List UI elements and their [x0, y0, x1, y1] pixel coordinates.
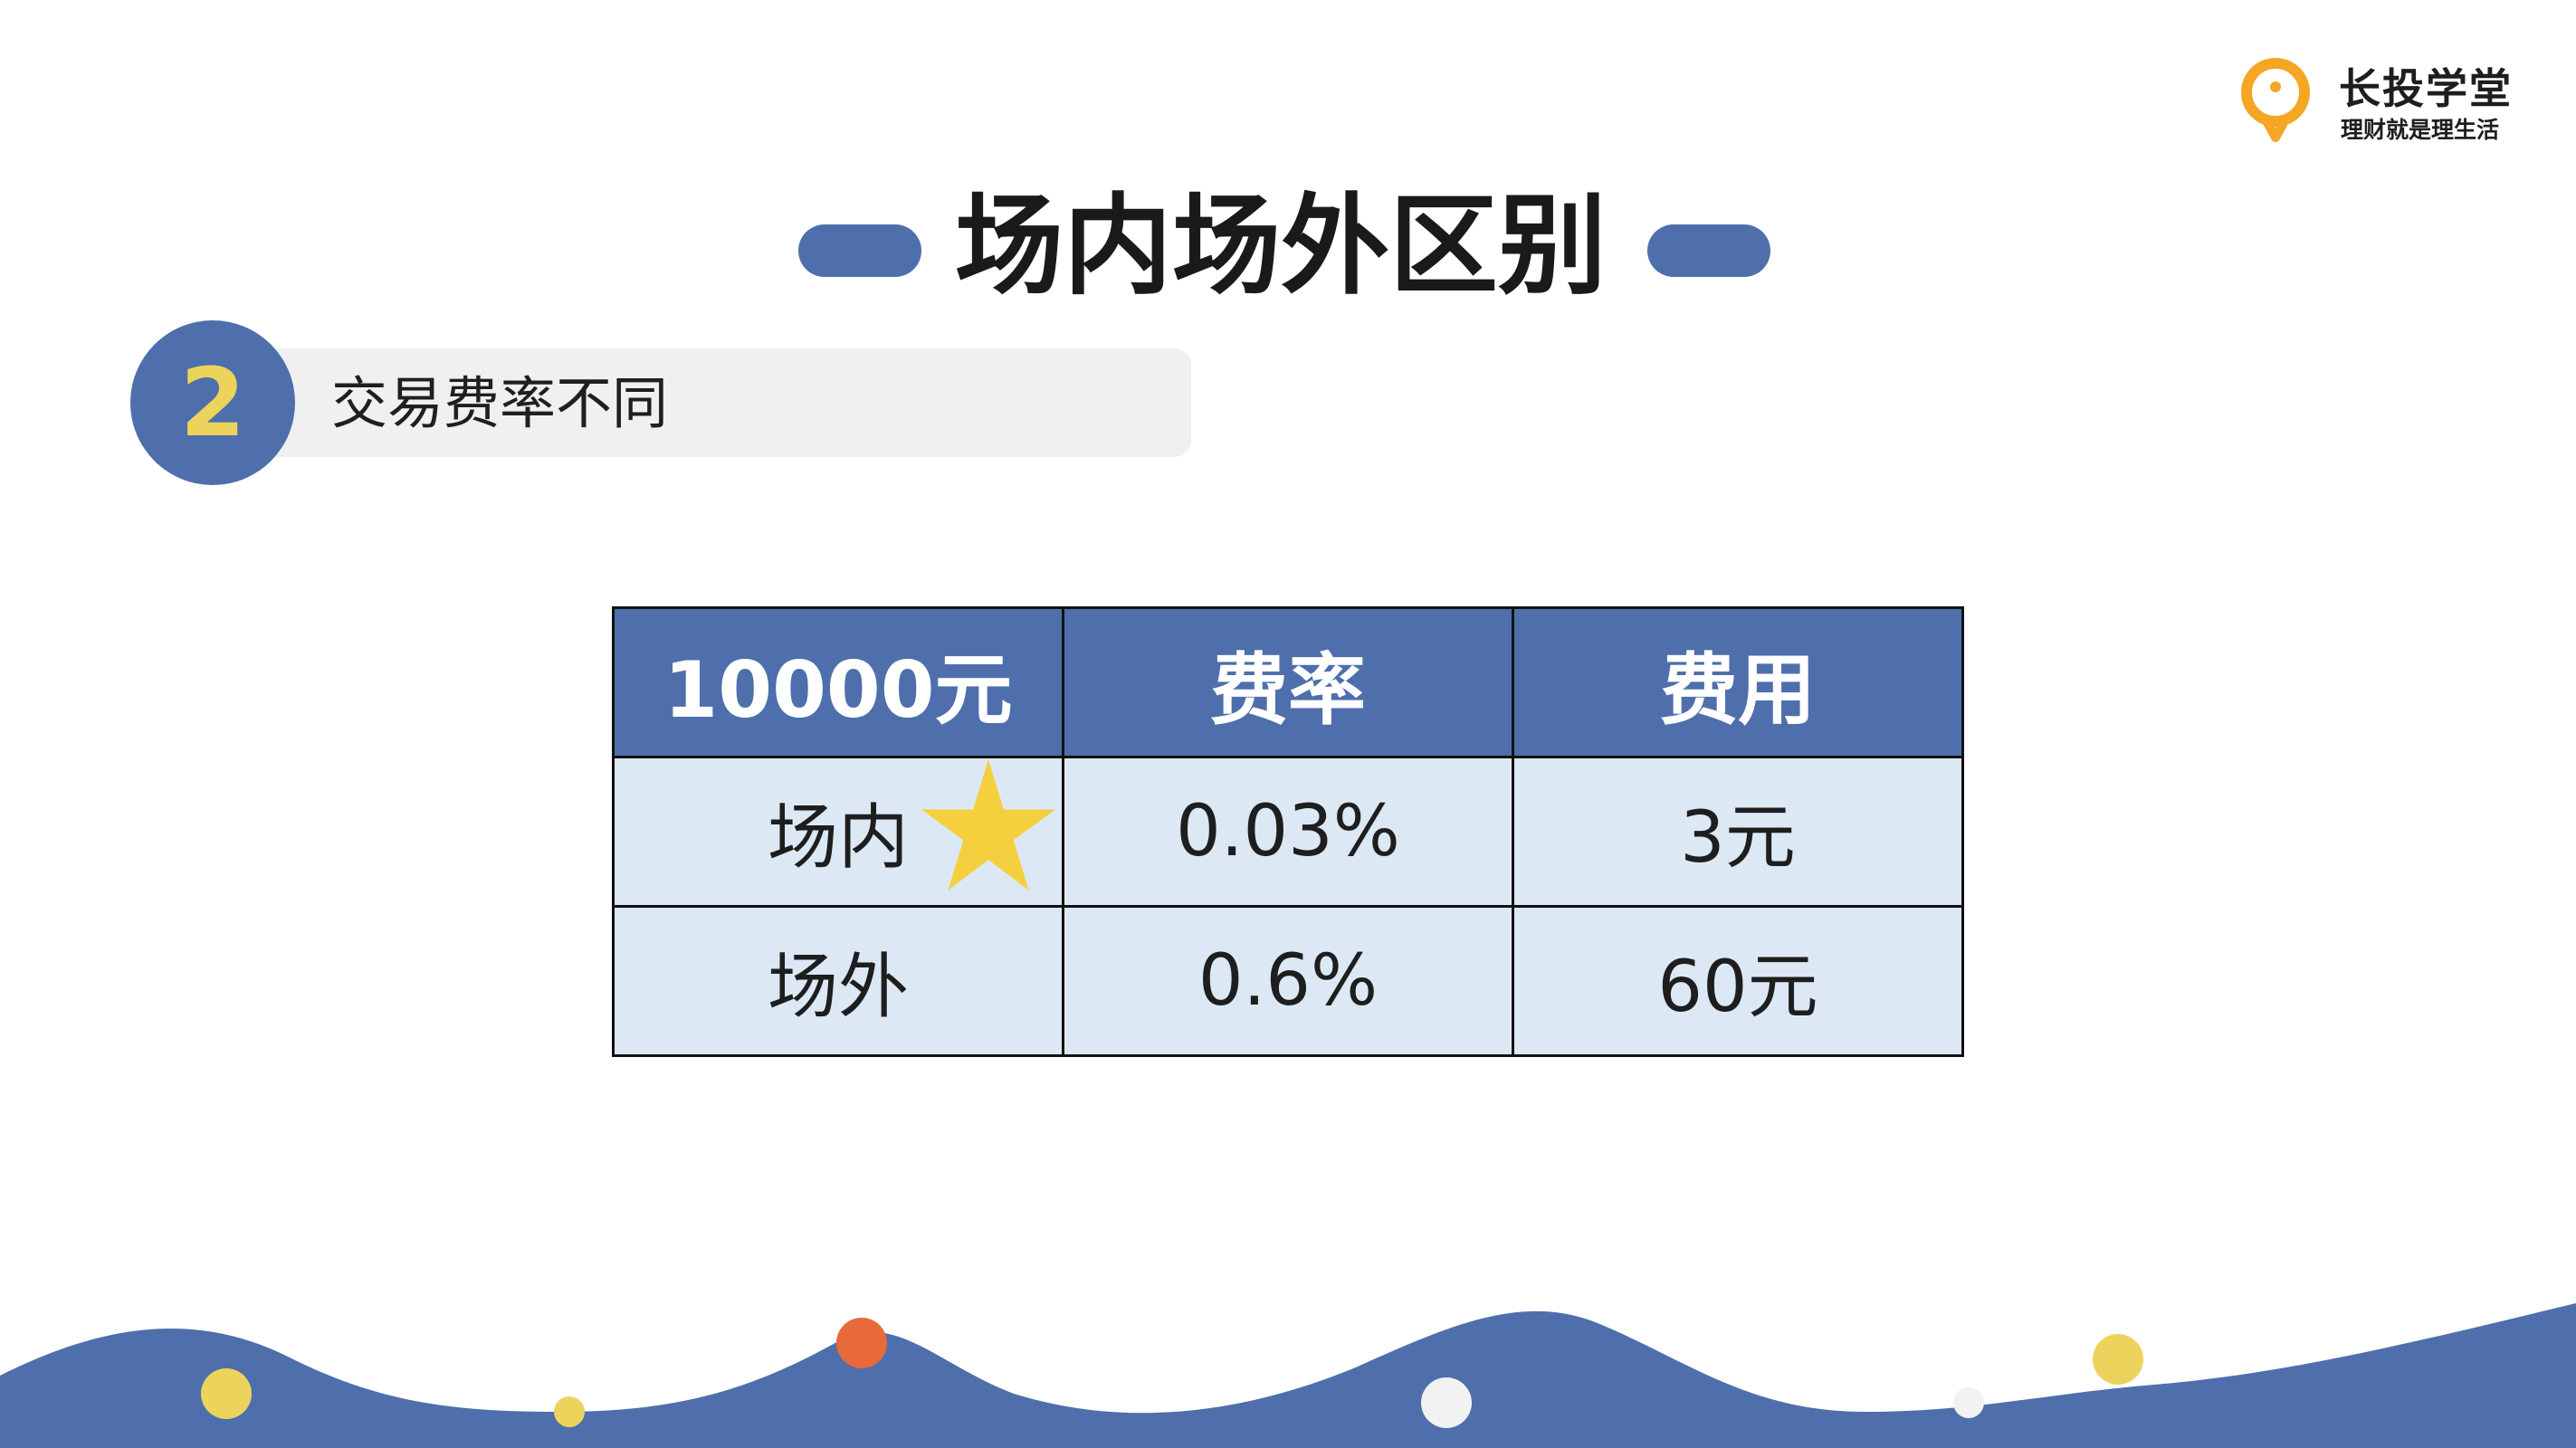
decorative-dot	[1421, 1377, 1472, 1428]
brand-logo: 长投学堂 理财就是理生活	[2237, 54, 2536, 154]
table-header-cost: 费用	[1512, 606, 1964, 758]
table-cell-venue: 场外	[612, 905, 1064, 1057]
table-cell-rate: 0.03%	[1062, 756, 1514, 908]
title-decoration-right	[1647, 224, 1770, 277]
bottom-wave-decoration	[0, 1303, 2576, 1448]
title-decoration-left	[798, 224, 921, 277]
section-number-badge: 2	[130, 320, 295, 485]
slide: 长投学堂 理财就是理生活 场内场外区别 2 交易费率不同 10000元 费率 费…	[0, 0, 2576, 1448]
decorative-dot	[201, 1368, 252, 1419]
table-row: 场内 0.03% 3元	[612, 756, 1964, 908]
page-title: 场内场外区别	[955, 184, 1607, 310]
title-area: 场内场外区别	[0, 179, 2576, 315]
star-icon	[921, 759, 1055, 891]
decorative-dot	[2093, 1334, 2143, 1385]
table-row: 场外 0.6% 60元	[612, 905, 1964, 1057]
fee-comparison-table: 10000元 费率 费用 场内 0.03% 3元 场外 0.6% 60元	[612, 606, 1964, 1057]
decorative-dot	[1953, 1387, 1984, 1418]
lightbulb-icon	[2241, 58, 2310, 142]
table-header-row: 10000元 费率 费用	[612, 606, 1964, 758]
decorative-dot	[554, 1396, 585, 1427]
brand-slogan: 理财就是理生活	[2341, 117, 2500, 143]
table-header-amount: 10000元	[612, 606, 1064, 758]
brand-name: 长投学堂	[2339, 64, 2513, 113]
section-heading: 交易费率不同	[331, 370, 669, 436]
table-header-rate: 费率	[1062, 606, 1514, 758]
table-cell-cost: 60元	[1512, 905, 1964, 1057]
decorative-dot	[836, 1318, 887, 1368]
venue-label: 场内	[767, 797, 909, 879]
table-cell-cost: 3元	[1512, 756, 1964, 908]
table-cell-rate: 0.6%	[1062, 905, 1514, 1057]
